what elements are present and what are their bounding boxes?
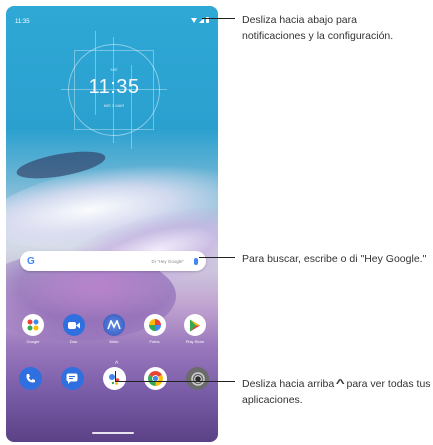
callout-line-swipe-up-tick <box>115 371 116 381</box>
photos-icon <box>143 314 166 336</box>
dock <box>19 367 209 390</box>
app-play-store[interactable]: Play Store <box>181 314 209 344</box>
app-label: Moto <box>109 339 119 344</box>
play-store-icon <box>184 314 206 336</box>
clock-widget[interactable]: MIÉ 11:35 MIÉ 3 MAR <box>61 31 167 149</box>
callout-line-search <box>199 257 235 258</box>
app-row: Google Duo Moto Fotos Play Store <box>19 314 209 344</box>
phone-icon[interactable] <box>19 367 42 390</box>
moto-icon <box>103 314 125 336</box>
clock-day: MIÉ <box>110 67 118 72</box>
app-label: Duo <box>69 339 78 344</box>
app-google[interactable]: Google <box>19 314 47 344</box>
google-search-bar[interactable]: G Di "Hey Google" <box>20 251 206 271</box>
clock-date: MIÉ 3 MAR <box>103 103 125 108</box>
chrome-icon[interactable] <box>144 367 168 390</box>
gesture-navigation-bar[interactable] <box>92 432 134 434</box>
app-label: Fotos <box>149 339 160 344</box>
google-folder-icon <box>22 314 44 336</box>
status-time: 11:35 <box>15 19 30 25</box>
microphone-icon[interactable] <box>194 257 198 265</box>
swipe-up-caption-start: Desliza hacia arriba <box>242 378 335 390</box>
notifications-caption: Desliza hacia abajo para notificaciones … <box>242 14 394 42</box>
search-caption: Para buscar, escribe o di "Hey Google." <box>242 253 427 265</box>
duo-icon <box>62 314 85 336</box>
chevron-up-icon: ^ <box>335 378 345 390</box>
clock-time: 11:35 <box>88 76 140 98</box>
swipe-up-caption: Desliza hacia arriba ^ para ver todas tu… <box>242 376 432 408</box>
phone-screen: 11:35 MIÉ 11:35 MIÉ 3 MAR G Di "Hey Goog… <box>6 6 218 442</box>
callout-line-notifications <box>202 18 235 19</box>
app-fotos[interactable]: Fotos <box>141 314 169 344</box>
app-duo[interactable]: Duo <box>60 314 88 344</box>
callout-line-swipe-up <box>115 381 235 382</box>
wifi-icon <box>191 17 197 23</box>
app-moto[interactable]: Moto <box>100 314 128 344</box>
assistant-icon[interactable] <box>102 367 126 390</box>
camera-icon[interactable] <box>186 367 209 390</box>
google-logo-icon: G <box>27 255 35 267</box>
app-label: Play Store <box>185 339 205 344</box>
search-placeholder: Di "Hey Google" <box>151 258 184 264</box>
app-label: Google <box>26 339 40 344</box>
messages-icon[interactable] <box>60 367 84 390</box>
